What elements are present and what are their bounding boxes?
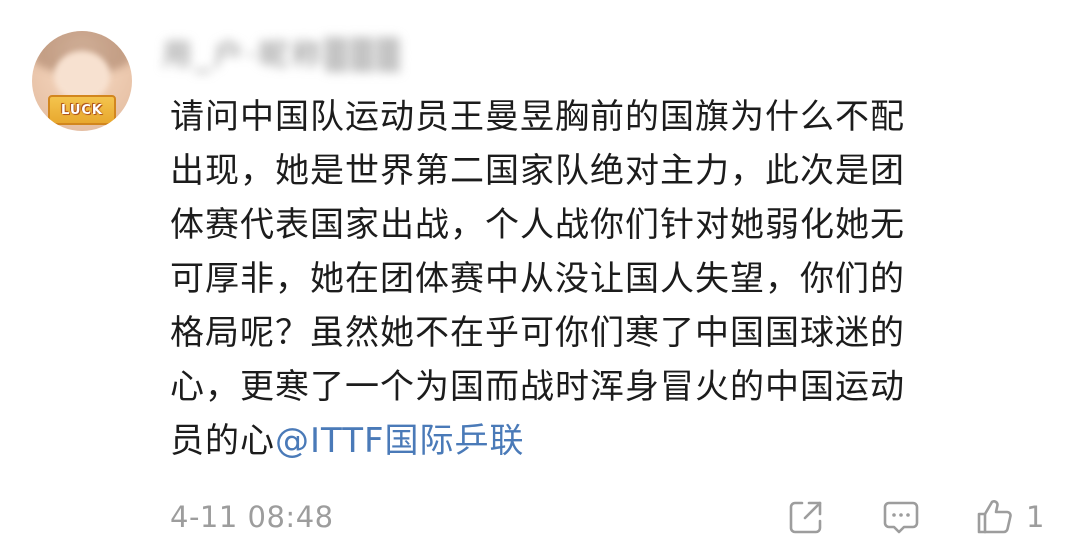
timestamp: 4-11 08:48 (170, 500, 334, 534)
avatar-badge-text: LUCK (61, 102, 103, 118)
comment-line: 员的心@ITTF国际乒联 (170, 414, 1050, 468)
reply-button[interactable] (880, 494, 922, 540)
comment-line: 请问中国队运动员王曼昱胸前的国旗为什么不配 (170, 97, 905, 137)
comment-line: 体赛代表国家出战，个人战你们针对她弱化她无 (170, 205, 905, 245)
username-text: 用_户·昵称▒▒▒ (162, 38, 403, 73)
comment-icon (880, 496, 922, 538)
avatar[interactable]: LUCK (32, 31, 132, 131)
avatar-luck-box: LUCK (48, 95, 116, 125)
avatar-face (54, 51, 110, 101)
thumbs-up-icon (974, 496, 1016, 538)
username[interactable]: 用_户·昵称▒▒▒ (162, 22, 422, 82)
like-button[interactable]: 1 (974, 494, 1044, 540)
comment-line: 心，更寒了一个为国而战时浑身冒火的中国运动 (170, 367, 905, 407)
comment-text: 请问中国队运动员王曼昱胸前的国旗为什么不配 出现，她是世界第二国家队绝对主力，此… (170, 90, 1050, 468)
share-icon (785, 496, 827, 538)
comment-line-text: 员的心 (170, 421, 275, 461)
mention-link[interactable]: @ITTF国际乒联 (275, 421, 525, 461)
comment-line: 格局呢？虽然她不在乎可你们寒了中国国球迷的 (170, 313, 905, 353)
comment-line: 可厚非，她在团体赛中从没让国人失望，你们的 (170, 259, 905, 299)
comment-item: LUCK 用_户·昵称▒▒▒ 请问中国队运动员王曼昱胸前的国旗为什么不配 出现，… (0, 0, 1080, 553)
like-count: 1 (1026, 500, 1045, 534)
comment-line: 出现，她是世界第二国家队绝对主力，此次是团 (170, 151, 905, 191)
share-button[interactable] (785, 494, 827, 540)
